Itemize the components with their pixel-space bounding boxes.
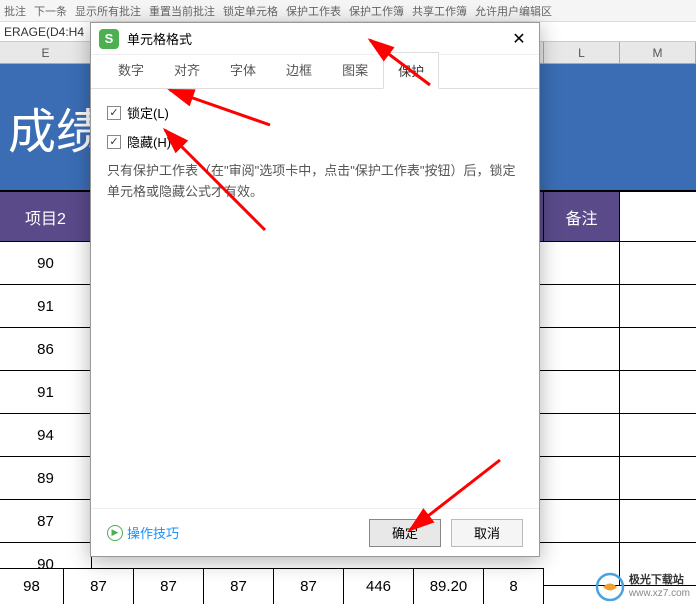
ribbon-toolbar: 批注 下一条 显示所有批注 重置当前批注 锁定单元格 保护工作表 保护工作簿 共…	[0, 0, 696, 22]
watermark-url: www.xz7.com	[629, 588, 690, 600]
toolbar-next[interactable]: 下一条	[34, 3, 67, 19]
watermark-name: 极光下载站	[629, 574, 690, 587]
toolbar-protect-workbook[interactable]: 保护工作簿	[349, 3, 404, 19]
dialog-body: ✓ 锁定(L) ✓ 隐藏(H) 只有保护工作表（在"审阅"选项卡中，点击"保护工…	[91, 89, 539, 508]
banner-text: 成绩	[0, 92, 104, 162]
dialog-title: 单元格格式	[127, 29, 507, 48]
tab-protect[interactable]: 保护	[383, 52, 439, 89]
bottom-data-row: 98 87 87 87 87 446 89.20 8	[0, 568, 544, 604]
cell[interactable]: 87	[274, 569, 344, 604]
comment-label: 批注	[4, 3, 26, 19]
header-item2[interactable]: 项目2	[0, 192, 92, 241]
cell[interactable]: 446	[344, 569, 414, 604]
play-icon: ▶	[107, 525, 123, 541]
lock-checkbox[interactable]: ✓	[107, 106, 121, 120]
watermark-logo-icon	[595, 572, 625, 602]
tab-border[interactable]: 边框	[271, 51, 327, 88]
toolbar-share-workbook[interactable]: 共享工作簿	[412, 3, 467, 19]
cell[interactable]: 91	[0, 285, 92, 327]
toolbar-comments[interactable]: 批注	[4, 3, 26, 19]
toolbar-show-all-comments[interactable]: 显示所有批注	[75, 3, 141, 19]
toolbar-reset-comments[interactable]: 重置当前批注	[149, 3, 215, 19]
ok-button[interactable]: 确定	[369, 519, 441, 547]
cell[interactable]: 94	[0, 414, 92, 456]
hide-checkbox[interactable]: ✓	[107, 135, 121, 149]
toolbar-lock-cell[interactable]: 锁定单元格	[223, 3, 278, 19]
dialog-tabs: 数字 对齐 字体 边框 图案 保护	[91, 55, 539, 89]
toolbar-protect-sheet[interactable]: 保护工作表	[286, 3, 341, 19]
lock-label: 锁定(L)	[127, 103, 169, 122]
cell[interactable]: 89.20	[414, 569, 484, 604]
cell[interactable]: 98	[0, 569, 64, 604]
formula-text: ERAGE(D4:H4	[4, 25, 84, 39]
watermark-text: 极光下载站 www.xz7.com	[629, 574, 690, 599]
cell[interactable]: 90	[0, 242, 92, 284]
cell[interactable]: 87	[0, 500, 92, 542]
col-header-e[interactable]: E	[0, 42, 92, 63]
hide-label: 隐藏(H)	[127, 132, 171, 151]
col-header-l[interactable]: L	[544, 42, 620, 63]
tab-font[interactable]: 字体	[215, 51, 271, 88]
header-remark[interactable]: 备注	[544, 192, 620, 241]
tab-align[interactable]: 对齐	[159, 51, 215, 88]
tab-number[interactable]: 数字	[103, 51, 159, 88]
cell[interactable]: 91	[0, 371, 92, 413]
cell[interactable]: 86	[0, 328, 92, 370]
cell-format-dialog: S 单元格格式 ✕ 数字 对齐 字体 边框 图案 保护 ✓ 锁定(L) ✓ 隐藏…	[90, 22, 540, 557]
hide-checkbox-row[interactable]: ✓ 隐藏(H)	[107, 132, 523, 151]
wps-icon: S	[99, 29, 119, 49]
cell[interactable]: 89	[0, 457, 92, 499]
cancel-button[interactable]: 取消	[451, 519, 523, 547]
cell[interactable]: 87	[204, 569, 274, 604]
help-text: 只有保护工作表（在"审阅"选项卡中，点击"保护工作表"按钮）后，锁定单元格或隐藏…	[107, 161, 523, 203]
cell[interactable]: 8	[484, 569, 544, 604]
col-header-m[interactable]: M	[620, 42, 696, 63]
cell[interactable]: 87	[134, 569, 204, 604]
dialog-footer: ▶ 操作技巧 确定 取消	[91, 508, 539, 556]
lock-checkbox-row[interactable]: ✓ 锁定(L)	[107, 103, 523, 122]
tips-link[interactable]: ▶ 操作技巧	[107, 523, 359, 542]
watermark: 极光下载站 www.xz7.com	[595, 572, 690, 602]
close-icon[interactable]: ✕	[507, 27, 531, 51]
header-empty	[620, 192, 696, 241]
toolbar-allow-edit[interactable]: 允许用户编辑区	[475, 3, 552, 19]
tab-pattern[interactable]: 图案	[327, 51, 383, 88]
cell[interactable]: 87	[64, 569, 134, 604]
